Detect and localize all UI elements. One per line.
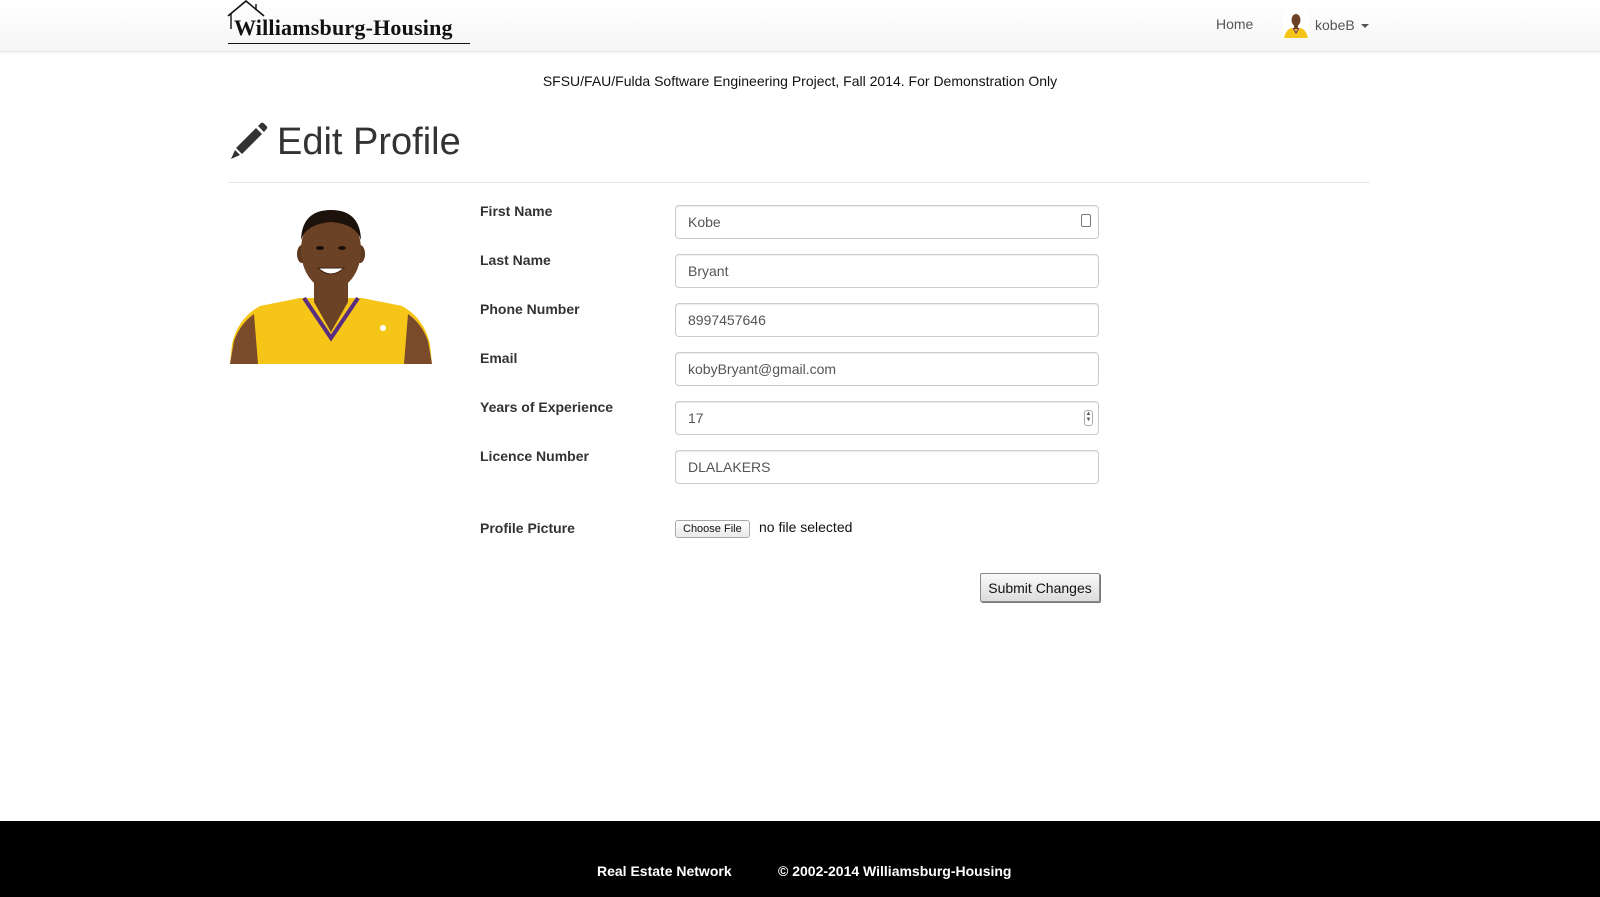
demo-disclaimer-text: SFSU/FAU/Fulda Software Engineering Proj… <box>542 73 1058 89</box>
user-name-label: kobeB <box>1315 17 1355 33</box>
phone-number-input[interactable] <box>675 303 1099 337</box>
years-experience-label: Years of Experience <box>480 399 614 415</box>
brand-underline <box>228 43 470 44</box>
submit-changes-button[interactable]: Submit Changes <box>980 573 1100 602</box>
top-navbar: Williamsburg-Housing Home kobeB <box>0 0 1600 52</box>
email-label: Email <box>480 350 518 366</box>
email-input[interactable] <box>675 352 1099 386</box>
page-title: Edit Profile <box>277 121 461 163</box>
years-experience-input[interactable] <box>675 401 1099 435</box>
nav-home-link[interactable]: Home <box>1216 16 1253 32</box>
phone-number-label: Phone Number <box>480 301 580 317</box>
page-header: Edit Profile <box>228 118 1370 183</box>
caret-down-icon <box>1360 24 1369 28</box>
brand-logo-link[interactable]: Williamsburg-Housing <box>226 0 476 48</box>
page-footer: Real Estate Network © 2002-2014 Williams… <box>0 821 1600 897</box>
first-name-wrapper <box>675 205 1099 239</box>
footer-network-text: Real Estate Network <box>597 863 732 879</box>
licence-number-input[interactable] <box>675 450 1099 484</box>
years-experience-wrapper: ▲▼ <box>675 401 1099 435</box>
licence-number-label: Licence Number <box>480 448 589 464</box>
brand-text: Williamsburg-Housing <box>234 15 453 40</box>
choose-file-button[interactable]: Choose File <box>675 520 750 538</box>
profile-photo <box>230 206 432 364</box>
profile-picture-label: Profile Picture <box>480 520 575 536</box>
user-avatar-icon <box>1283 12 1309 38</box>
demo-disclaimer: SFSU/FAU/Fulda Software Engineering Proj… <box>0 73 1600 89</box>
contact-card-icon[interactable] <box>1081 214 1091 227</box>
footer-copyright-text: © 2002-2014 Williamsburg-Housing <box>778 863 1012 879</box>
number-spinner-icon[interactable]: ▲ ▼ <box>1084 410 1093 426</box>
first-name-label: First Name <box>480 203 553 219</box>
last-name-label: Last Name <box>480 252 551 268</box>
last-name-input[interactable] <box>675 254 1099 288</box>
file-status-text: no file selected <box>759 519 853 535</box>
pencil-icon <box>231 122 268 159</box>
first-name-input[interactable] <box>675 205 1099 239</box>
user-menu-dropdown[interactable]: kobeB <box>1283 12 1369 38</box>
